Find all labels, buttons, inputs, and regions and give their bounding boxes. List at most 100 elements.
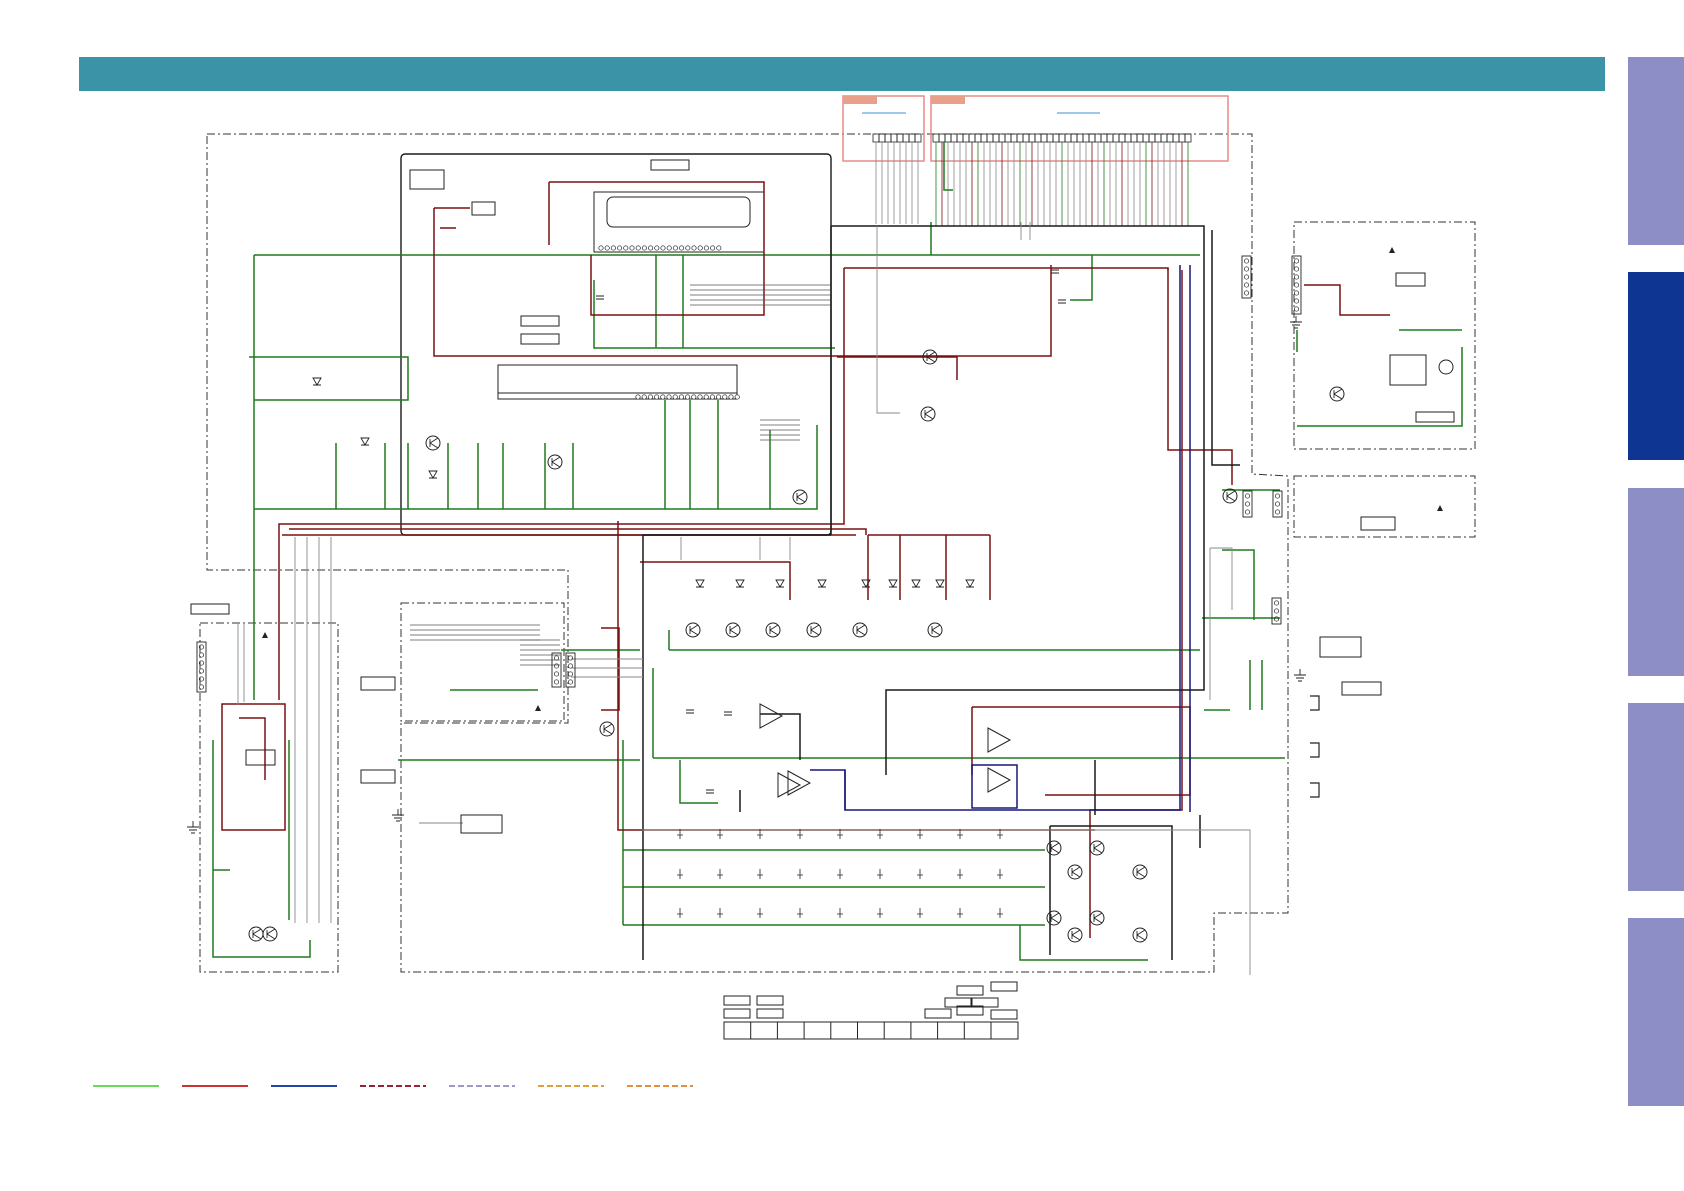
- display-driver-strip: [497, 364, 738, 400]
- connector-pin: [878, 133, 886, 143]
- transistor-leads: [1093, 912, 1103, 924]
- driver-pin: [660, 394, 666, 400]
- connector-pin: [1184, 133, 1192, 143]
- right-side-connectors: [196, 255, 1320, 798]
- resistor-symbol: [957, 908, 963, 918]
- connector-pins-left: [872, 133, 922, 224]
- pin-header: [1241, 255, 1252, 299]
- transistor-symbol-icon: [1132, 864, 1148, 880]
- top-connectors: [842, 95, 1229, 226]
- display-pin: [598, 245, 604, 251]
- transistor-symbol-icon: [1329, 386, 1345, 402]
- trace-red: [282, 528, 867, 536]
- display-pin: [672, 245, 678, 251]
- connector-pin: [1172, 133, 1180, 143]
- label-box-right-1: [1319, 636, 1362, 658]
- connector-tag-left: [843, 96, 877, 104]
- board-outlines: [199, 133, 1476, 973]
- schematic-page: [0, 0, 1684, 1191]
- connector-pin: [1082, 133, 1090, 143]
- pin-header-pin: [553, 663, 560, 669]
- resistor-symbol: [877, 908, 883, 918]
- transistor-leads: [729, 624, 739, 636]
- trace-green: [254, 425, 818, 510]
- trace-green: [668, 630, 1200, 651]
- trace-green: [623, 849, 1045, 926]
- table-tag-box: [756, 995, 784, 1006]
- connector-pin: [1124, 133, 1132, 143]
- trace-black: [1211, 230, 1240, 466]
- resistor-symbol: [917, 869, 923, 879]
- connector-frame-right: [930, 95, 1229, 162]
- display-pin: [617, 245, 623, 251]
- connector-pin: [1136, 133, 1144, 143]
- regulator-knob: [1438, 359, 1454, 375]
- trace-green: [335, 443, 504, 509]
- connector-pin: [1064, 133, 1072, 143]
- trace-black: [1094, 760, 1201, 848]
- display-pin: [710, 245, 716, 251]
- trace-black: [831, 225, 1205, 775]
- led-symbol-icon: [861, 579, 871, 588]
- trace-red: [601, 627, 620, 711]
- resistor-symbol: [997, 908, 1003, 918]
- connector-pin: [1070, 133, 1078, 143]
- resistor-symbol: [877, 869, 883, 879]
- connector-pin: [914, 133, 922, 143]
- transistor-leads: [1071, 929, 1081, 941]
- pin-header-pin: [1293, 306, 1300, 312]
- pin-header-pin: [198, 652, 205, 658]
- capacitor-symbol: [596, 295, 604, 300]
- resistor-symbol: [917, 908, 923, 918]
- display-pin: [635, 245, 641, 251]
- pin-header-pin: [1243, 258, 1250, 264]
- connector-pin: [938, 133, 946, 143]
- driver-pin: [654, 394, 660, 400]
- display-pin: [654, 245, 660, 251]
- connector-pin: [1100, 133, 1108, 143]
- led-symbol-icon: [965, 579, 975, 588]
- resistor-symbol: [717, 869, 723, 879]
- connector-pin: [1016, 133, 1024, 143]
- pin-header-pin: [553, 655, 560, 661]
- connector-pin: [1118, 133, 1126, 143]
- transistor-leads: [551, 456, 561, 468]
- pin-header-pin: [1293, 274, 1300, 280]
- transistor-leads: [1050, 842, 1060, 854]
- transistor-symbol-icon: [1089, 840, 1105, 856]
- trace-green: [249, 356, 409, 401]
- pin-header-pin: [1293, 258, 1300, 264]
- pin-header-pin: [198, 668, 205, 674]
- resistor-symbol: [957, 869, 963, 879]
- display-pin: [660, 245, 666, 251]
- trace-red: [1304, 284, 1390, 316]
- resistor-symbol: [837, 908, 843, 918]
- driver-pin: [647, 394, 653, 400]
- display-pin: [641, 245, 647, 251]
- table-tag-box: [956, 985, 984, 996]
- front-panel-block: [400, 153, 832, 536]
- pin-header-pin: [567, 671, 574, 677]
- capacitor-symbol: [1051, 269, 1059, 274]
- trace-black: [642, 534, 831, 960]
- display-pin: [703, 245, 709, 251]
- connector-pins-right: [932, 133, 1192, 226]
- driver-pin: [716, 394, 722, 400]
- pin-header: [565, 652, 576, 688]
- vfd-display-outer: [593, 191, 765, 253]
- trace-green: [1070, 255, 1093, 301]
- driver-pin: [734, 394, 740, 400]
- display-pin: [604, 245, 610, 251]
- transistor-symbol-icon: [1132, 927, 1148, 943]
- transistor-leads: [1333, 388, 1343, 400]
- resistor-symbol: [797, 908, 803, 918]
- connector-pin: [1004, 133, 1012, 143]
- transistor-symbol-icon: [262, 926, 278, 942]
- pin-header: [1271, 597, 1282, 625]
- transistor-leads: [796, 491, 806, 503]
- driver-pin: [703, 394, 709, 400]
- label-box-input-1: [360, 676, 396, 691]
- connector-pin: [986, 133, 994, 143]
- pin-header-pin: [1274, 501, 1281, 507]
- ground-symbol-icon: [392, 809, 404, 822]
